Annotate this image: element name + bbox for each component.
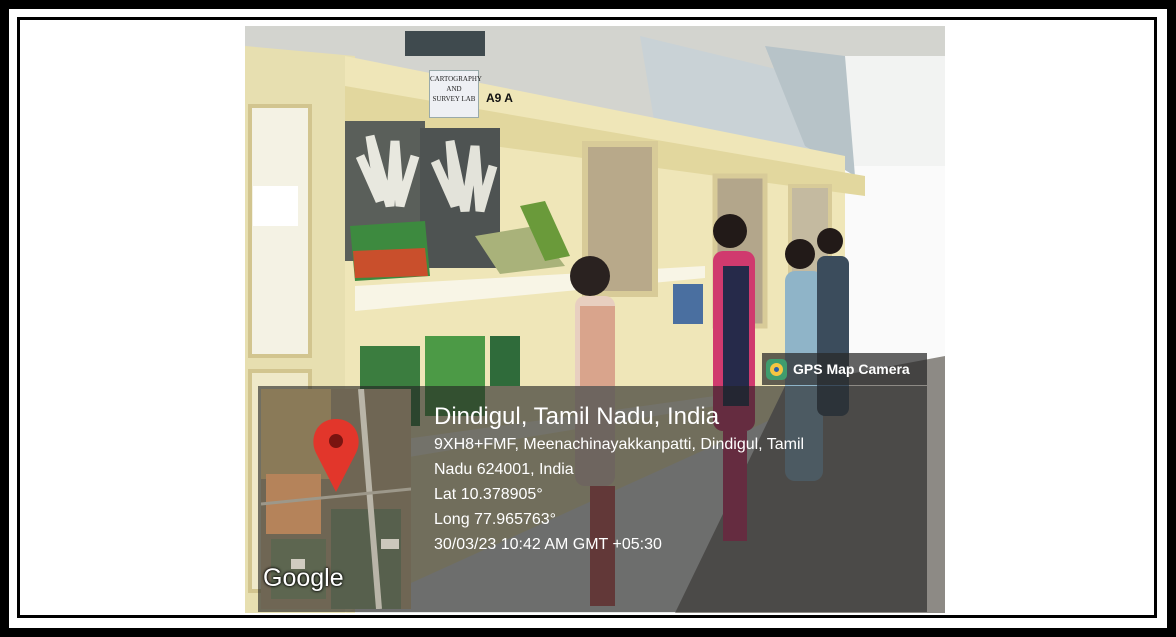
lab-sign-line: AND: [446, 85, 462, 93]
gps-camera-app-icon: [766, 358, 787, 380]
lab-sign-line: SURVEY LAB: [432, 95, 476, 103]
address-line-1: 9XH8+FMF, Meenachinayakkanpatti, Dindigu…: [434, 436, 805, 453]
address-line-2: Nadu 624001, India: [434, 461, 574, 478]
lab-sign-line: CARTOGRAPHY: [430, 75, 482, 83]
gps-camera-badge: GPS Map Camera: [762, 353, 927, 385]
lab-sign: CARTOGRAPHY AND SURVEY LAB: [429, 70, 482, 118]
place-title: Dindigul, Tamil Nadu, India: [434, 403, 720, 430]
google-logo: Google: [263, 564, 344, 592]
timestamp: 30/03/23 10:42 AM GMT +05:30: [434, 536, 662, 553]
room-code: A9 A: [486, 91, 513, 105]
satellite-mini-map: Google: [261, 389, 411, 609]
lab-photo: CARTOGRAPHY AND SURVEY LAB A9 A GPS Map …: [245, 26, 945, 613]
location-info-panel: Google Dindigul, Tamil Nadu, India 9XH8+…: [258, 386, 927, 612]
longitude: Long 77.965763°: [434, 511, 557, 528]
gps-camera-label: GPS Map Camera: [793, 361, 910, 377]
location-details: Dindigul, Tamil Nadu, India 9XH8+FMF, Me…: [434, 402, 804, 557]
latitude: Lat 10.378905°: [434, 486, 543, 503]
